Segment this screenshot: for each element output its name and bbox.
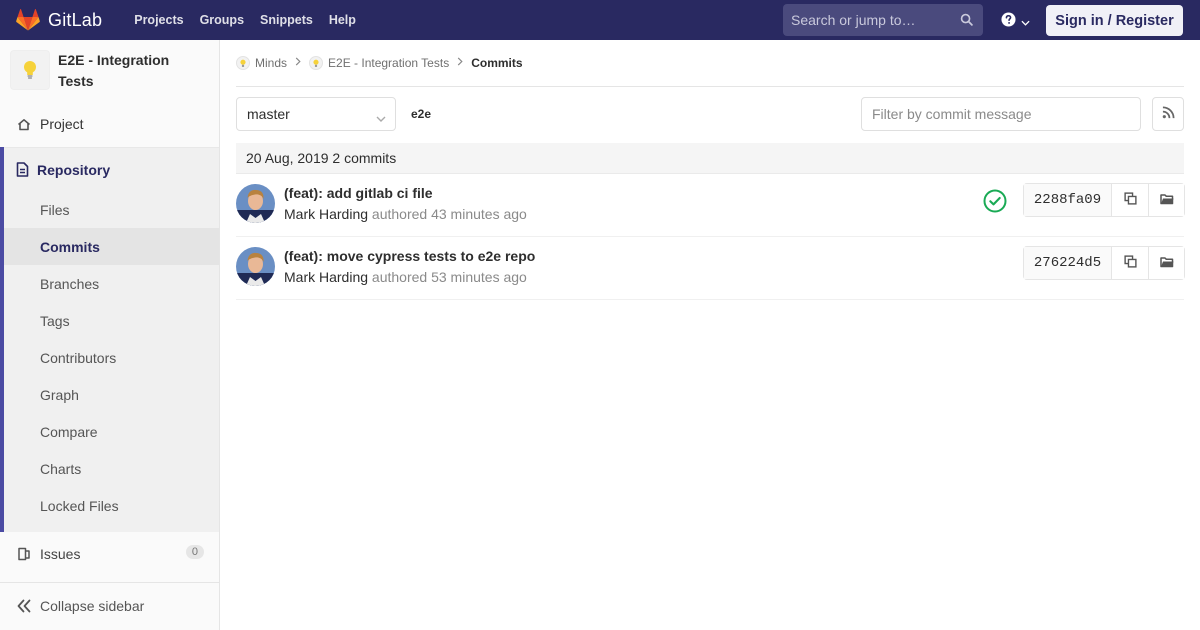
group-avatar-icon <box>236 56 250 70</box>
repository-section: Repository Files Commits Branches Tags C… <box>0 147 219 532</box>
project-header[interactable]: E2E - Integration Tests <box>0 40 219 95</box>
sidebar-item-locked-files[interactable]: Locked Files <box>4 487 219 524</box>
chevron-down-icon <box>376 110 386 126</box>
sidebar-item-repository[interactable]: Repository <box>4 147 219 191</box>
check-circle-icon <box>983 189 1007 216</box>
commit-title[interactable]: (feat): add gitlab ci file <box>284 185 433 201</box>
gitlab-logo-icon <box>16 9 40 31</box>
commit-authored-time: authored 53 minutes ago <box>371 269 527 285</box>
nav-projects[interactable]: Projects <box>126 13 191 27</box>
rss-icon <box>1162 106 1175 122</box>
gitlab-home-link[interactable]: GitLab <box>16 0 102 40</box>
sidebar-divider <box>0 582 219 583</box>
commit-row: (feat): move cypress tests to e2e repo M… <box>236 237 1185 300</box>
copy-icon <box>1123 255 1137 271</box>
branch-dropdown[interactable]: master <box>236 97 396 131</box>
author-avatar[interactable] <box>236 247 275 286</box>
question-circle-icon <box>1001 12 1016 30</box>
sidebar-item-label: Repository <box>37 161 111 178</box>
commit-sha-group: 2288fa09 <box>1023 183 1185 217</box>
sign-in-button[interactable]: Sign in / Register <box>1046 5 1183 36</box>
sidebar-item-compare[interactable]: Compare <box>4 413 219 450</box>
branch-dropdown-value: master <box>247 106 290 122</box>
search-box <box>783 4 983 36</box>
sidebar-item-files[interactable]: Files <box>4 191 219 228</box>
breadcrumb-item-project[interactable]: E2E - Integration Tests <box>309 56 449 70</box>
folder-open-icon <box>1159 255 1174 271</box>
sidebar-item-tags[interactable]: Tags <box>4 302 219 339</box>
sidebar-item-issues[interactable]: Issues 0 <box>0 536 219 572</box>
project-avatar-icon <box>309 56 324 70</box>
sidebar-item-branches[interactable]: Branches <box>4 265 219 302</box>
sidebar-item-contributors[interactable]: Contributors <box>4 339 219 376</box>
commit-title[interactable]: (feat): move cypress tests to e2e repo <box>284 248 535 264</box>
nav-groups[interactable]: Groups <box>192 13 252 27</box>
main-nav: Projects Groups Snippets Help <box>126 0 364 40</box>
breadcrumb-label: E2E - Integration Tests <box>328 56 450 70</box>
filter-commits-input[interactable] <box>861 97 1141 131</box>
project-sidebar: E2E - Integration Tests Project Reposito… <box>0 40 220 630</box>
breadcrumb-item-current[interactable]: Commits <box>471 56 522 70</box>
commit-day-header: 20 Aug, 2019 2 commits <box>236 143 1184 174</box>
sidebar-item-commits[interactable]: Commits <box>4 228 219 265</box>
copy-sha-button[interactable] <box>1112 184 1148 216</box>
copy-icon <box>1123 192 1137 208</box>
sidebar-item-charts[interactable]: Charts <box>4 450 219 487</box>
main-content: Minds E2E - Integration Tests Commits ma… <box>236 40 1185 300</box>
collapse-sidebar-label: Collapse sidebar <box>40 598 145 614</box>
commit-sha-group: 276224d5 <box>1023 246 1185 280</box>
chevron-down-icon <box>1021 13 1030 29</box>
document-icon <box>16 162 29 177</box>
collapse-sidebar-button[interactable]: Collapse sidebar <box>0 588 219 624</box>
nav-snippets[interactable]: Snippets <box>252 13 321 27</box>
help-dropdown[interactable] <box>1001 12 1030 30</box>
breadcrumb-label: Minds <box>255 56 288 70</box>
breadcrumb: Minds E2E - Integration Tests Commits <box>236 40 1184 87</box>
browse-files-button[interactable] <box>1148 184 1184 216</box>
folder-open-icon <box>1159 192 1174 208</box>
lightbulb-icon <box>24 61 36 79</box>
pipeline-status[interactable] <box>983 189 1007 216</box>
commit-author[interactable]: Mark Harding <box>284 269 368 285</box>
browse-files-button[interactable] <box>1148 247 1184 279</box>
commit-author[interactable]: Mark Harding <box>284 206 368 222</box>
brand-name: GitLab <box>48 9 103 30</box>
repository-path[interactable]: e2e <box>411 107 431 121</box>
issues-count-badge: 0 <box>185 545 204 559</box>
rss-feed-button[interactable] <box>1152 97 1184 131</box>
commit-sha[interactable]: 2288fa09 <box>1024 184 1112 216</box>
sidebar-item-project[interactable]: Project <box>0 104 219 144</box>
search-icon <box>960 13 973 29</box>
commit-authored-time: authored 43 minutes ago <box>371 206 527 222</box>
nav-help[interactable]: Help <box>321 13 364 27</box>
issues-icon <box>16 546 32 562</box>
search-input[interactable] <box>791 12 951 28</box>
top-navbar: GitLab Projects Groups Snippets Help Sig… <box>0 0 1200 40</box>
author-avatar[interactable] <box>236 184 275 223</box>
sidebar-item-graph[interactable]: Graph <box>4 376 219 413</box>
sidebar-item-label: Project <box>40 116 84 132</box>
chevron-right-icon <box>295 57 301 69</box>
home-icon <box>16 116 32 132</box>
commit-meta: Mark Harding authored 43 minutes ago <box>284 206 527 222</box>
commit-row: (feat): add gitlab ci file Mark Harding … <box>236 174 1185 237</box>
copy-sha-button[interactable] <box>1112 247 1148 279</box>
sidebar-item-label: Issues <box>40 546 81 562</box>
project-name: E2E - Integration Tests <box>58 52 170 89</box>
double-chevron-left-icon <box>16 599 32 613</box>
chevron-right-icon <box>457 57 463 69</box>
commit-sha[interactable]: 276224d5 <box>1024 247 1112 279</box>
project-avatar <box>10 50 50 90</box>
breadcrumb-item-group[interactable]: Minds <box>236 56 287 70</box>
commits-toolbar: master e2e <box>236 87 1184 143</box>
commit-meta: Mark Harding authored 53 minutes ago <box>284 269 527 285</box>
